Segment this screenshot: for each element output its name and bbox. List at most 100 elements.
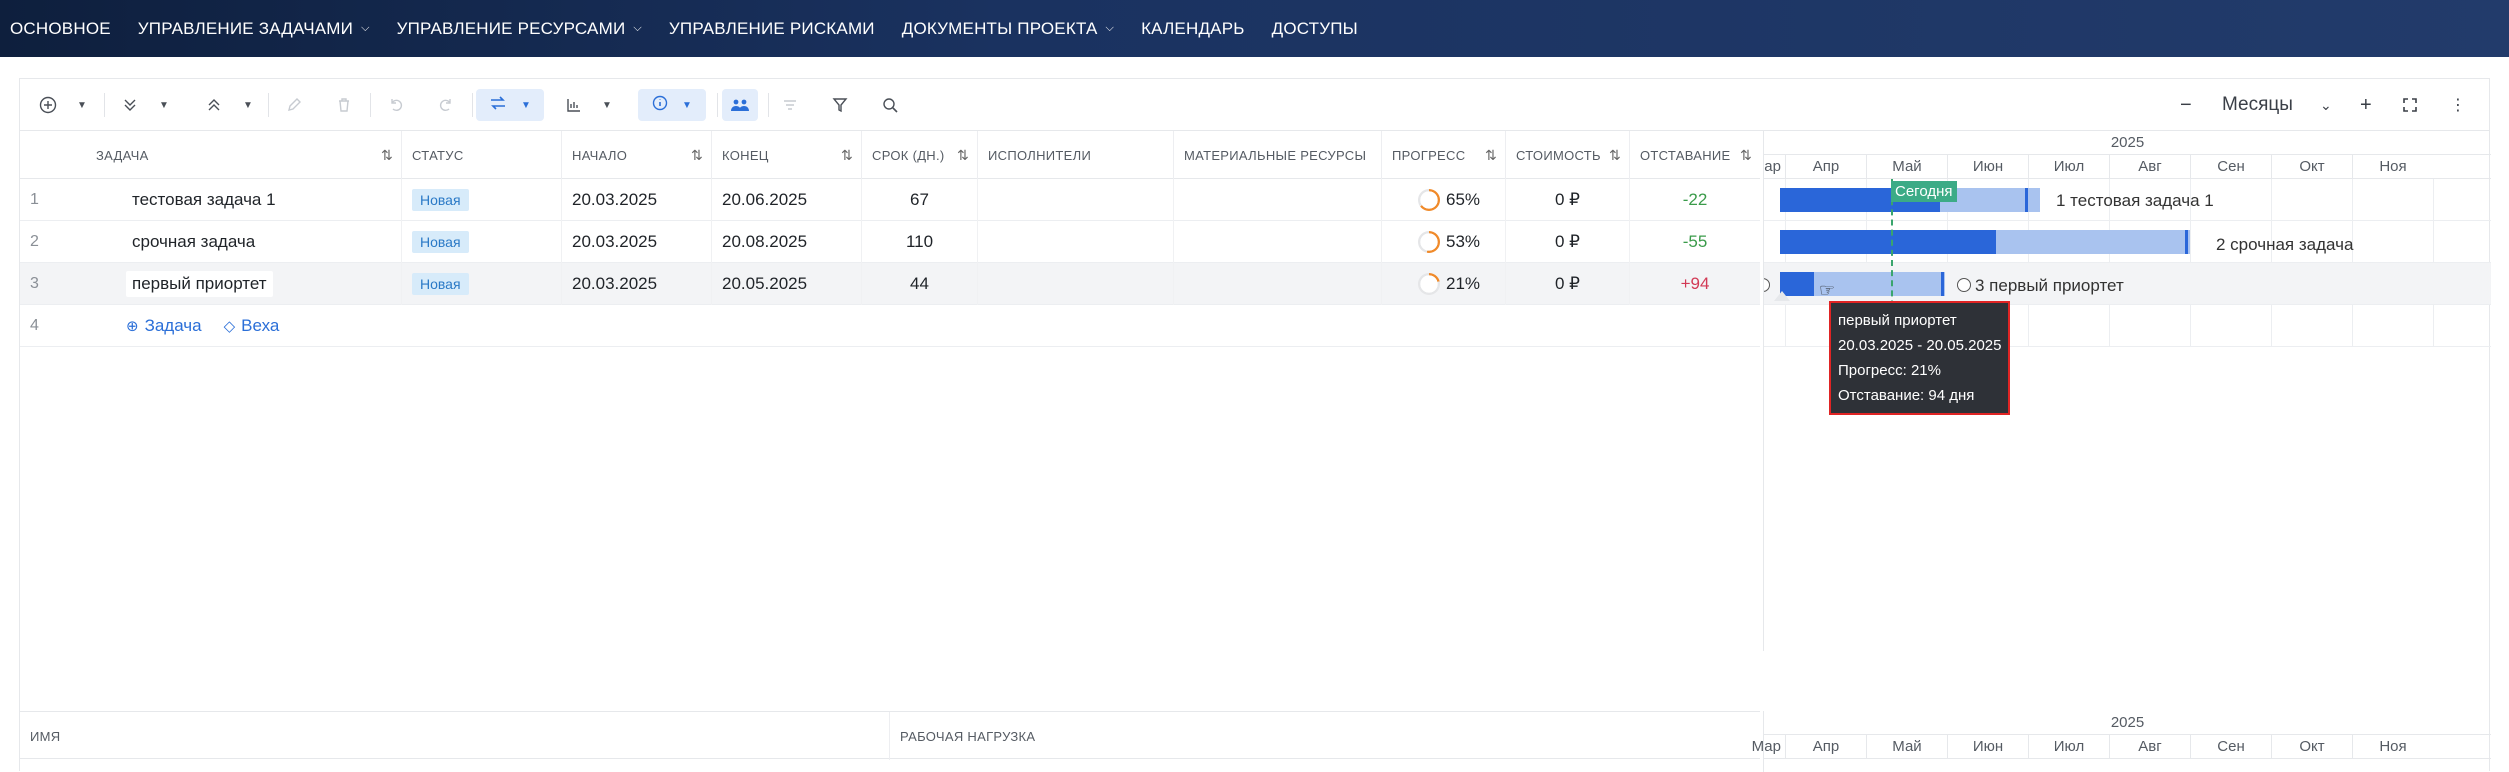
task-name[interactable]: срочная задача	[86, 221, 402, 263]
status-cell[interactable]: Новая	[402, 263, 562, 305]
sort-icon[interactable]: ⇅	[957, 147, 969, 164]
task-bar-end-handle[interactable]	[2185, 230, 2188, 254]
lag-value: +94	[1680, 274, 1710, 293]
start-date[interactable]: 20.03.2025	[562, 263, 712, 305]
zoom-in-icon[interactable]: +	[2360, 89, 2372, 121]
nav-label: УПРАВЛЕНИЕ ЗАДАЧАМИ	[137, 18, 354, 38]
filter-icon[interactable]	[826, 89, 854, 121]
nav-resource-management[interactable]: УПРАВЛЕНИЕ РЕСУРСАМИ ⌵	[397, 19, 642, 39]
col-cost[interactable]: СТОИМОСТЬ ⇅	[1506, 131, 1630, 179]
task-name[interactable]: первый приортет	[126, 271, 273, 297]
grid-header: ЗАДАЧА ⇅ СТАТУС НАЧАЛО ⇅ КОНЕЦ ⇅ СРОК (ДН.)…	[20, 131, 1760, 179]
link-toggle-button[interactable]: ▼	[476, 89, 544, 121]
table-row[interactable]: 2 срочная задача Новая 20.03.2025 20.08.…	[20, 221, 1760, 263]
search-icon[interactable]	[876, 89, 904, 121]
materials-cell[interactable]	[1174, 179, 1382, 221]
end-date[interactable]: 20.06.2025	[712, 179, 862, 221]
status-cell[interactable]: Новая	[402, 221, 562, 263]
col-name[interactable]: ИМЯ	[20, 712, 890, 760]
col-workload[interactable]: РАБОЧАЯ НАГРУЗКА	[890, 712, 1760, 760]
nav-task-management[interactable]: УПРАВЛЕНИЕ ЗАДАЧАМИ ⌵	[138, 19, 370, 39]
materials-cell[interactable]	[1174, 221, 1382, 263]
chevron-down-icon[interactable]: ⌄	[2320, 89, 2332, 121]
assignees-cell[interactable]	[978, 263, 1174, 305]
undo-icon[interactable]	[382, 89, 410, 121]
nav-label: УПРАВЛЕНИЕ РИСКАМИ	[668, 18, 875, 38]
col-start[interactable]: НАЧАЛО ⇅	[562, 131, 712, 179]
caret-down-icon[interactable]: ▼	[600, 89, 614, 121]
chart-icon[interactable]	[560, 89, 588, 121]
assignees-cell[interactable]	[978, 221, 1174, 263]
nav-main[interactable]: ОСНОВНОЕ	[10, 19, 111, 39]
task-bar-end-handle[interactable]	[1941, 272, 1944, 296]
col-lag[interactable]: ОТСТАВАНИЕ ⇅	[1630, 131, 1760, 179]
nav-label: ДОСТУПЫ	[1271, 18, 1358, 38]
scale-select[interactable]: Месяцы	[2222, 89, 2293, 121]
more-icon[interactable]: ⋮	[2450, 89, 2466, 121]
sort-icon[interactable]: ⇅	[1740, 147, 1752, 164]
sort-icon[interactable]: ⇅	[381, 147, 393, 164]
task-name[interactable]: тестовая задача 1	[86, 179, 402, 221]
end-date[interactable]: 20.08.2025	[712, 221, 862, 263]
col-end[interactable]: КОНЕЦ ⇅	[712, 131, 862, 179]
col-assignees[interactable]: ИСПОЛНИТЕЛИ	[978, 131, 1174, 179]
redo-icon[interactable]	[432, 89, 460, 121]
start-date[interactable]: 20.03.2025	[562, 221, 712, 263]
nav-access[interactable]: ДОСТУПЫ	[1272, 19, 1358, 39]
task-bar-progress[interactable]	[1780, 230, 1996, 254]
sort-icon[interactable]: ⇅	[691, 147, 703, 164]
col-progress[interactable]: ПРОГРЕСС ⇅	[1382, 131, 1506, 179]
nav-project-documents[interactable]: ДОКУМЕНТЫ ПРОЕКТА ⌵	[902, 19, 1114, 39]
col-materials[interactable]: МАТЕРИАЛЬНЫЕ РЕСУРСЫ	[1174, 131, 1382, 179]
add-circle-icon[interactable]	[34, 89, 62, 121]
col-status[interactable]: СТАТУС	[402, 131, 562, 179]
collapse-all-icon[interactable]	[200, 89, 228, 121]
end-date[interactable]: 20.05.2025	[712, 263, 862, 305]
duration[interactable]: 44	[862, 263, 978, 305]
month-label: Окт	[2271, 735, 2352, 759]
edit-icon[interactable]	[280, 89, 308, 121]
info-button[interactable]: ▼	[638, 89, 706, 121]
caret-down-icon: ▼	[521, 99, 531, 111]
add-actions: ⊕ Задача ◇ Веха	[86, 305, 686, 347]
task-name-cell[interactable]: первый приортет	[86, 263, 402, 305]
duration[interactable]: 67	[862, 179, 978, 221]
link-end-handle[interactable]	[1957, 278, 1971, 292]
col-task[interactable]: ЗАДАЧА ⇅	[86, 131, 402, 179]
caret-down-icon[interactable]: ▼	[241, 89, 255, 121]
chevron-down-icon: ⌵	[633, 22, 642, 34]
zoom-out-icon[interactable]: −	[2180, 89, 2192, 121]
progress-cell: 21%	[1382, 263, 1506, 305]
caret-down-icon[interactable]: ▼	[157, 89, 171, 121]
resource-gantt: 2025 Мар Апр Май Июн Июл Авг Сен Окт Ноя	[1752, 711, 2491, 772]
top-navigation: ОСНОВНОЕ УПРАВЛЕНИЕ ЗАДАЧАМИ ⌵ УПРАВЛЕНИЕ…	[0, 0, 2509, 57]
table-row[interactable]: 1 тестовая задача 1 Новая 20.03.2025 20.…	[20, 179, 1760, 221]
resources-icon[interactable]	[722, 89, 758, 121]
chevron-down-icon: ⌵	[1105, 22, 1115, 34]
start-date[interactable]: 20.03.2025	[562, 179, 712, 221]
nav-risk-management[interactable]: УПРАВЛЕНИЕ РИСКАМИ	[669, 19, 875, 39]
add-task-button[interactable]: ⊕ Задача	[126, 316, 202, 336]
sort-icon[interactable]	[776, 89, 804, 121]
nav-calendar[interactable]: КАЛЕНДАРЬ	[1141, 19, 1245, 39]
caret-down-icon[interactable]: ▼	[75, 89, 89, 121]
chevron-down-icon: ⌵	[361, 22, 370, 34]
col-duration[interactable]: СРОК (ДН.) ⇅	[862, 131, 978, 179]
diamond-icon: ◇	[223, 318, 236, 335]
task-bar-end-handle[interactable]	[2025, 188, 2028, 212]
status-cell[interactable]: Новая	[402, 179, 562, 221]
sort-icon[interactable]: ⇅	[841, 147, 853, 164]
sort-icon[interactable]: ⇅	[1485, 147, 1497, 164]
materials-cell[interactable]	[1174, 263, 1382, 305]
add-milestone-button[interactable]: ◇ Веха	[224, 316, 280, 336]
assignees-cell[interactable]	[978, 179, 1174, 221]
duration[interactable]: 110	[862, 221, 978, 263]
table-row[interactable]: 3 первый приортет Новая 20.03.2025 20.05…	[20, 263, 1760, 305]
cost: 0 ₽	[1506, 221, 1630, 263]
fullscreen-icon[interactable]	[2402, 89, 2418, 121]
expand-all-icon[interactable]	[116, 89, 144, 121]
delete-icon[interactable]	[330, 89, 358, 121]
sort-icon[interactable]: ⇅	[1609, 147, 1621, 164]
tooltip-dates: 20.03.2025 - 20.05.2025	[1838, 337, 2002, 354]
progress-drag-handle[interactable]	[1774, 291, 1790, 301]
